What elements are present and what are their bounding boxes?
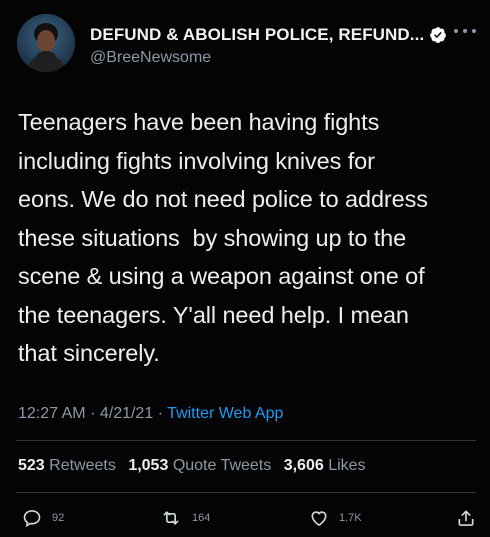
retweets-stat[interactable]: 523 Retweets [18, 457, 116, 474]
reply-count: 92 [52, 512, 65, 524]
quotes-stat[interactable]: 1,053 Quote Tweets [128, 457, 271, 474]
tweet-card: DEFUND & ABOLISH POLICE, REFUND... @Bree… [0, 0, 490, 537]
author-handle[interactable]: @BreeNewsome [90, 49, 460, 67]
display-name[interactable]: DEFUND & ABOLISH POLICE, REFUND... [90, 25, 424, 45]
share-upload-icon [458, 510, 474, 526]
meta-separator: · [90, 405, 96, 422]
likes-label: Likes [328, 457, 366, 474]
avatar[interactable] [17, 14, 75, 72]
likes-count: 3,606 [283, 457, 324, 474]
more-dot [463, 29, 467, 33]
tweet-header: DEFUND & ABOLISH POLICE, REFUND... @Bree… [14, 14, 476, 78]
likes-stat[interactable]: 3,606 Likes [284, 457, 366, 474]
tweet-date[interactable]: 4/21/21 [100, 405, 153, 422]
divider [16, 492, 476, 493]
verified-badge-icon [430, 27, 447, 43]
tweet-time[interactable]: 12:27 AM [18, 405, 86, 422]
retweets-count: 523 [18, 457, 45, 474]
retweet-button[interactable]: 164 [160, 508, 210, 528]
quotes-label: Quote Tweets [172, 457, 272, 474]
retweet-count: 164 [192, 512, 211, 524]
heart-icon [311, 511, 327, 527]
reply-button[interactable]: 92 [22, 508, 64, 528]
tweet-meta: 12:27 AM · 4/21/21 · Twitter Web App [18, 405, 283, 423]
more-dot [454, 29, 458, 33]
like-button[interactable]: 1.7K [309, 508, 362, 528]
more-dot [472, 29, 476, 33]
author-names: DEFUND & ABOLISH POLICE, REFUND... @Bree… [90, 22, 460, 67]
retweet-arrows-icon [163, 511, 179, 525]
share-button[interactable] [456, 508, 476, 528]
divider [16, 440, 476, 441]
retweets-label: Retweets [49, 457, 116, 474]
quotes-count: 1,053 [128, 457, 169, 474]
tweet-text: Teenagers have been having fights includ… [18, 109, 428, 366]
avatar-image [17, 14, 75, 72]
action-bar: 92 164 1.7K [0, 506, 490, 534]
tweet-stats: 523 Retweets 1,053 Quote Tweets 3,606 Li… [18, 457, 374, 475]
like-count: 1.7K [339, 512, 362, 524]
reply-bubble-icon [23, 510, 41, 528]
tweet-source[interactable]: Twitter Web App [167, 405, 283, 422]
more-dots-icon[interactable] [454, 24, 476, 38]
meta-separator: · [157, 405, 164, 422]
